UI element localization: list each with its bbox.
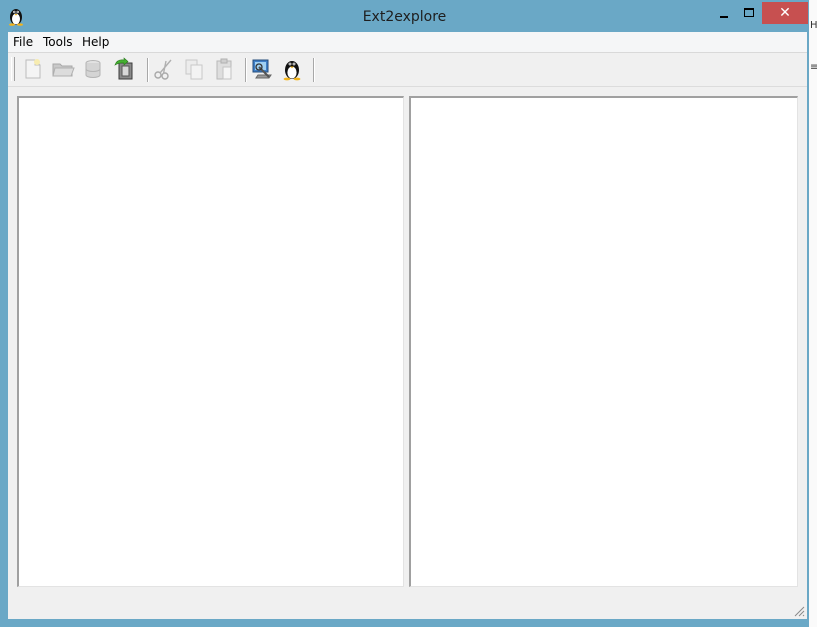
disk-button[interactable] (81, 57, 105, 83)
title-bar[interactable]: Ext2explore ✕ (0, 0, 809, 32)
save-export-button[interactable] (112, 57, 136, 83)
maximize-icon (744, 8, 754, 17)
disk-icon (85, 60, 101, 78)
main-window: Ext2explore ✕ File Tools Help (0, 0, 809, 627)
menu-bar: File Tools Help (8, 32, 807, 53)
directory-tree-pane[interactable] (17, 96, 404, 587)
cut-button[interactable] (152, 57, 176, 83)
file-list-pane[interactable] (409, 96, 798, 587)
linux-penguin-icon (283, 61, 301, 81)
new-file-icon (25, 59, 41, 79)
toolbar (8, 53, 807, 87)
cut-icon (154, 59, 172, 80)
close-button[interactable]: ✕ (762, 2, 808, 24)
copy-button[interactable] (182, 57, 206, 83)
scan-drive-button[interactable] (250, 57, 274, 83)
maximize-button[interactable] (737, 2, 761, 24)
minimize-button[interactable] (712, 2, 736, 24)
open-folder-icon (52, 63, 75, 77)
minimize-icon (720, 16, 728, 18)
copy-icon (185, 59, 203, 80)
toolbar-separator (313, 58, 315, 82)
new-file-button[interactable] (21, 57, 45, 83)
window-title: Ext2explore (362, 9, 447, 25)
toolbar-grip[interactable] (11, 57, 15, 81)
paste-button[interactable] (212, 57, 236, 83)
status-bar (8, 592, 807, 619)
menu-file[interactable]: File (13, 35, 33, 49)
background-window-edge: H ≡ (809, 0, 817, 627)
save-export-icon (114, 57, 133, 80)
toolbar-separator (147, 58, 149, 82)
paste-icon (216, 58, 232, 80)
toolbar-separator (245, 58, 247, 82)
resize-grip-icon[interactable] (793, 605, 805, 617)
menu-help[interactable]: Help (82, 35, 109, 49)
scan-drive-icon (252, 59, 272, 79)
linux-penguin-button[interactable] (280, 57, 304, 83)
client-area: File Tools Help (8, 32, 807, 619)
close-icon: ✕ (779, 5, 791, 21)
menu-tools[interactable]: Tools (43, 35, 73, 49)
open-folder-button[interactable] (51, 57, 75, 83)
